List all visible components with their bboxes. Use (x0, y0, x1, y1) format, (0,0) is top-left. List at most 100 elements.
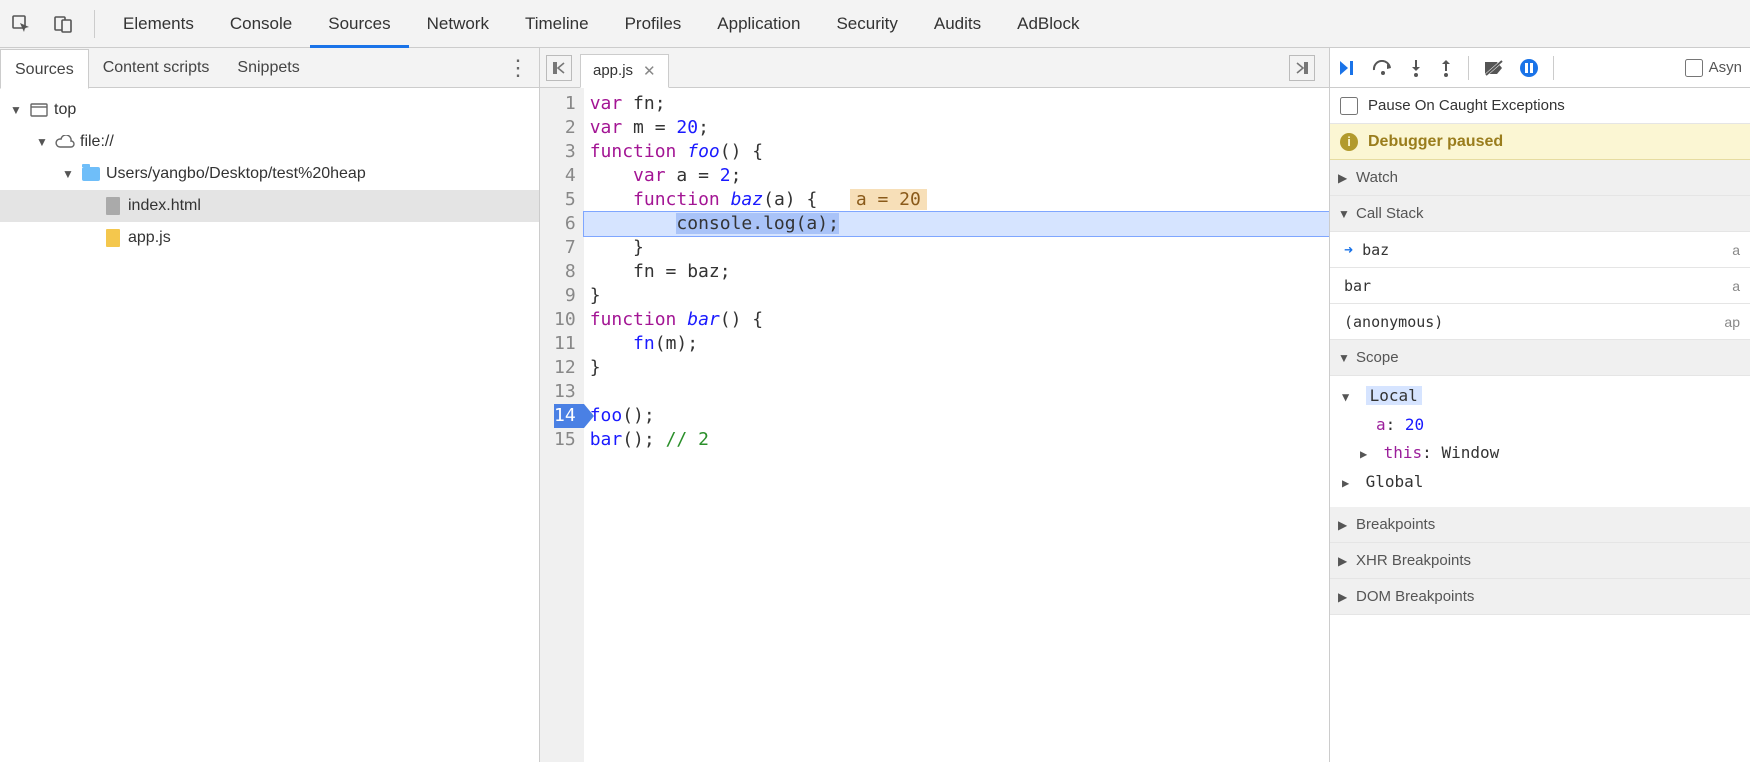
file-tab[interactable]: app.js ✕ (580, 54, 669, 88)
frame-source: a (1732, 242, 1740, 258)
tree-folder-label: Users/yangbo/Desktop/test%20heap (106, 165, 366, 183)
scope-label: Scope (1356, 349, 1399, 366)
tree-top[interactable]: ▼ top (0, 94, 539, 126)
section-xhr-breakpoints[interactable]: ▶ XHR Breakpoints (1330, 543, 1750, 579)
tab-network[interactable]: Network (409, 0, 507, 48)
chevron-right-icon: ▶ (1338, 554, 1352, 568)
tab-application[interactable]: Application (699, 0, 818, 48)
tree-file[interactable]: app.js (0, 222, 539, 254)
section-callstack[interactable]: ▼ Call Stack (1330, 196, 1750, 232)
deactivate-breakpoints-icon[interactable] (1483, 59, 1505, 77)
chevron-right-icon: ▶ (1342, 469, 1356, 497)
code-line[interactable] (584, 380, 1329, 404)
callstack-frame[interactable]: baza (1330, 232, 1750, 268)
scope-this[interactable]: ▶ this: Window (1342, 439, 1744, 468)
callstack-label: Call Stack (1356, 205, 1424, 222)
frame-source: ap (1724, 314, 1740, 330)
debugger-toolbar: Asyn (1330, 48, 1750, 88)
step-out-icon[interactable] (1438, 58, 1454, 78)
tree-file[interactable]: index.html (0, 190, 539, 222)
nav-right-icon[interactable] (1289, 55, 1315, 81)
chevron-down-icon: ▼ (36, 135, 50, 149)
callstack-frame[interactable]: (anonymous)ap (1330, 304, 1750, 340)
navigator-subtabs: SourcesContent scriptsSnippets ⋮ (0, 48, 539, 88)
code-line[interactable]: function foo() { (584, 140, 1329, 164)
watch-label: Watch (1356, 169, 1398, 186)
code-line[interactable]: function baz(a) { a = 20 (584, 188, 1329, 212)
banner-text: Debugger paused (1368, 133, 1503, 151)
tab-security[interactable]: Security (818, 0, 915, 48)
chevron-down-icon: ▼ (10, 103, 24, 117)
xhr-label: XHR Breakpoints (1356, 552, 1471, 569)
file-tab-label: app.js (593, 62, 633, 79)
folder-icon (80, 167, 102, 181)
nav-left-icon[interactable] (546, 55, 572, 81)
section-dom-breakpoints[interactable]: ▶ DOM Breakpoints (1330, 579, 1750, 615)
section-scope[interactable]: ▼ Scope (1330, 340, 1750, 376)
code-body: var fn;var m = 20;function foo() { var a… (584, 88, 1329, 762)
resume-icon[interactable] (1338, 59, 1358, 77)
subtab-content-scripts[interactable]: Content scripts (89, 48, 224, 88)
code-line[interactable]: } (584, 356, 1329, 380)
editor-pane: app.js ✕ 123456789101112131415 var fn;va… (540, 48, 1330, 762)
file-label: index.html (128, 197, 201, 215)
subtab-sources[interactable]: Sources (0, 49, 89, 89)
code-line[interactable]: } (584, 236, 1329, 260)
scope-local[interactable]: ▼ Local (1342, 382, 1744, 411)
tab-profiles[interactable]: Profiles (607, 0, 700, 48)
debugger-banner: i Debugger paused (1330, 124, 1750, 160)
chevron-right-icon: ▶ (1338, 590, 1352, 604)
file-tree: ▼ top ▼ file:// ▼ Users/yangbo/Desktop/t… (0, 88, 539, 762)
code-line[interactable]: fn = baz; (584, 260, 1329, 284)
separator (94, 10, 95, 38)
this-value: Window (1441, 443, 1499, 462)
code-line[interactable]: function bar() { (584, 308, 1329, 332)
code-line[interactable]: foo(); (584, 404, 1329, 428)
async-label: Asyn (1709, 59, 1742, 76)
code-line[interactable]: var m = 20; (584, 116, 1329, 140)
tab-sources[interactable]: Sources (310, 0, 408, 48)
code-line[interactable]: } (584, 284, 1329, 308)
close-icon[interactable]: ✕ (643, 62, 656, 80)
scope-variable[interactable]: a: 20 (1376, 411, 1744, 439)
section-watch[interactable]: ▶ Watch (1330, 160, 1750, 196)
breakpoints-label: Breakpoints (1356, 516, 1435, 533)
info-icon: i (1340, 133, 1358, 151)
cloud-icon (54, 135, 76, 149)
code-editor[interactable]: 123456789101112131415 var fn;var m = 20;… (540, 88, 1329, 762)
more-icon[interactable]: ⋮ (507, 55, 529, 81)
frame-name: bar (1344, 277, 1371, 295)
device-icon[interactable] (46, 8, 80, 40)
tab-audits[interactable]: Audits (916, 0, 999, 48)
pause-exceptions-icon[interactable] (1519, 58, 1539, 78)
code-line[interactable]: bar(); // 2 (584, 428, 1329, 452)
global-label: Global (1366, 472, 1424, 491)
inspect-icon[interactable] (4, 8, 38, 40)
tree-scheme[interactable]: ▼ file:// (0, 126, 539, 158)
tab-elements[interactable]: Elements (105, 0, 212, 48)
step-over-icon[interactable] (1372, 60, 1394, 76)
tab-adblock[interactable]: AdBlock (999, 0, 1097, 48)
separator (1553, 56, 1554, 80)
pause-caught-label: Pause On Caught Exceptions (1368, 97, 1565, 114)
tab-console[interactable]: Console (212, 0, 310, 48)
scope-global[interactable]: ▶ Global (1342, 468, 1744, 497)
callstack-frame[interactable]: bara (1330, 268, 1750, 304)
chevron-right-icon: ▶ (1338, 171, 1352, 185)
pause-caught-checkbox[interactable]: Pause On Caught Exceptions (1330, 88, 1750, 124)
tab-timeline[interactable]: Timeline (507, 0, 607, 48)
inline-value: a = 20 (850, 189, 927, 210)
tree-folder[interactable]: ▼ Users/yangbo/Desktop/test%20heap (0, 158, 539, 190)
subtab-snippets[interactable]: Snippets (223, 48, 313, 88)
step-into-icon[interactable] (1408, 58, 1424, 78)
chevron-down-icon: ▼ (1338, 351, 1352, 365)
code-line[interactable]: var fn; (584, 92, 1329, 116)
tree-scheme-label: file:// (80, 133, 114, 151)
code-line[interactable]: fn(m); (584, 332, 1329, 356)
code-line[interactable]: var a = 2; (584, 164, 1329, 188)
async-checkbox[interactable]: Asyn (1685, 59, 1742, 77)
dom-label: DOM Breakpoints (1356, 588, 1474, 605)
section-breakpoints[interactable]: ▶ Breakpoints (1330, 507, 1750, 543)
file-icon (102, 197, 124, 215)
code-line[interactable]: console.log(a); (584, 212, 1329, 236)
